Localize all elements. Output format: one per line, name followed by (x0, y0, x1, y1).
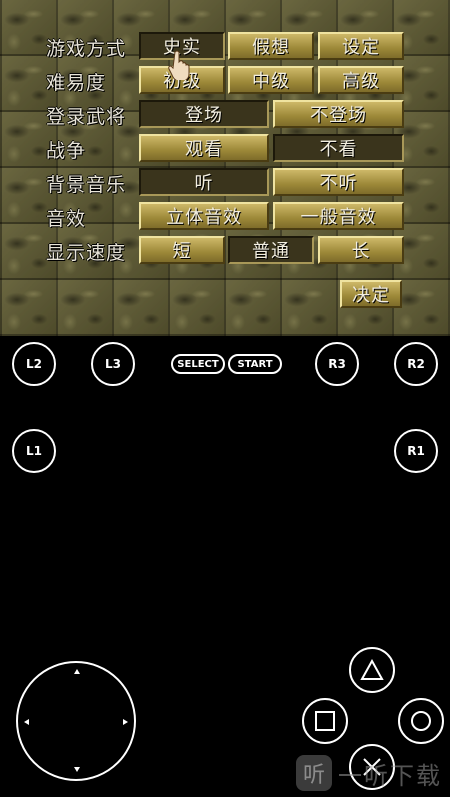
option-hypothetical[interactable]: 假想 (228, 32, 314, 60)
r1-button[interactable]: R1 (394, 429, 438, 473)
option-long[interactable]: 长 (318, 236, 404, 264)
option-not-appear[interactable]: 不登场 (273, 100, 404, 128)
square-button[interactable] (302, 698, 348, 744)
option-stereo[interactable]: 立体音效 (139, 202, 269, 230)
option-short[interactable]: 短 (139, 236, 225, 264)
r3-button[interactable]: R3 (315, 342, 359, 386)
option-custom[interactable]: 设定 (318, 32, 404, 60)
dpad-up-icon[interactable] (74, 669, 80, 674)
option-no-watch[interactable]: 不看 (273, 134, 404, 162)
dpad[interactable] (16, 661, 136, 781)
dpad-down-icon[interactable] (74, 767, 80, 772)
game-screen: 游戏方式 史实 假想 设定 难易度 初级 中级 高级 登录武将 登场 不登场 战… (0, 0, 450, 336)
label-difficulty: 难易度 (46, 72, 107, 94)
option-listen[interactable]: 听 (139, 168, 269, 196)
select-button[interactable]: SELECT (171, 354, 225, 374)
r2-button[interactable]: R2 (394, 342, 438, 386)
hand-cursor-icon (168, 50, 190, 80)
option-intermediate[interactable]: 中级 (228, 66, 314, 94)
square-icon (315, 711, 335, 731)
confirm-button[interactable]: 决定 (340, 280, 402, 308)
l2-button[interactable]: L2 (12, 342, 56, 386)
option-no-listen[interactable]: 不听 (273, 168, 404, 196)
label-war: 战争 (46, 140, 87, 162)
label-bgm: 背景音乐 (46, 174, 127, 196)
option-normal[interactable]: 普通 (228, 236, 314, 264)
watermark-logo: 听 (296, 755, 332, 791)
triangle-button[interactable] (349, 647, 395, 693)
label-game-mode: 游戏方式 (46, 38, 127, 60)
watermark: 听 一听下载 (296, 752, 442, 794)
option-appear[interactable]: 登场 (139, 100, 269, 128)
option-advanced[interactable]: 高级 (318, 66, 404, 94)
triangle-icon (360, 659, 384, 680)
label-display-speed: 显示速度 (46, 242, 127, 264)
option-normal-sound[interactable]: 一般音效 (273, 202, 404, 230)
label-register-generals: 登录武将 (46, 106, 127, 128)
option-watch[interactable]: 观看 (139, 134, 269, 162)
circle-button[interactable] (398, 698, 444, 744)
dpad-left-icon[interactable] (24, 719, 29, 725)
l3-button[interactable]: L3 (91, 342, 135, 386)
l1-button[interactable]: L1 (12, 429, 56, 473)
circle-icon (411, 711, 431, 731)
dpad-right-icon[interactable] (123, 719, 128, 725)
label-sound-effect: 音效 (46, 208, 87, 230)
start-button[interactable]: START (228, 354, 282, 374)
watermark-text: 一听下载 (338, 761, 442, 790)
